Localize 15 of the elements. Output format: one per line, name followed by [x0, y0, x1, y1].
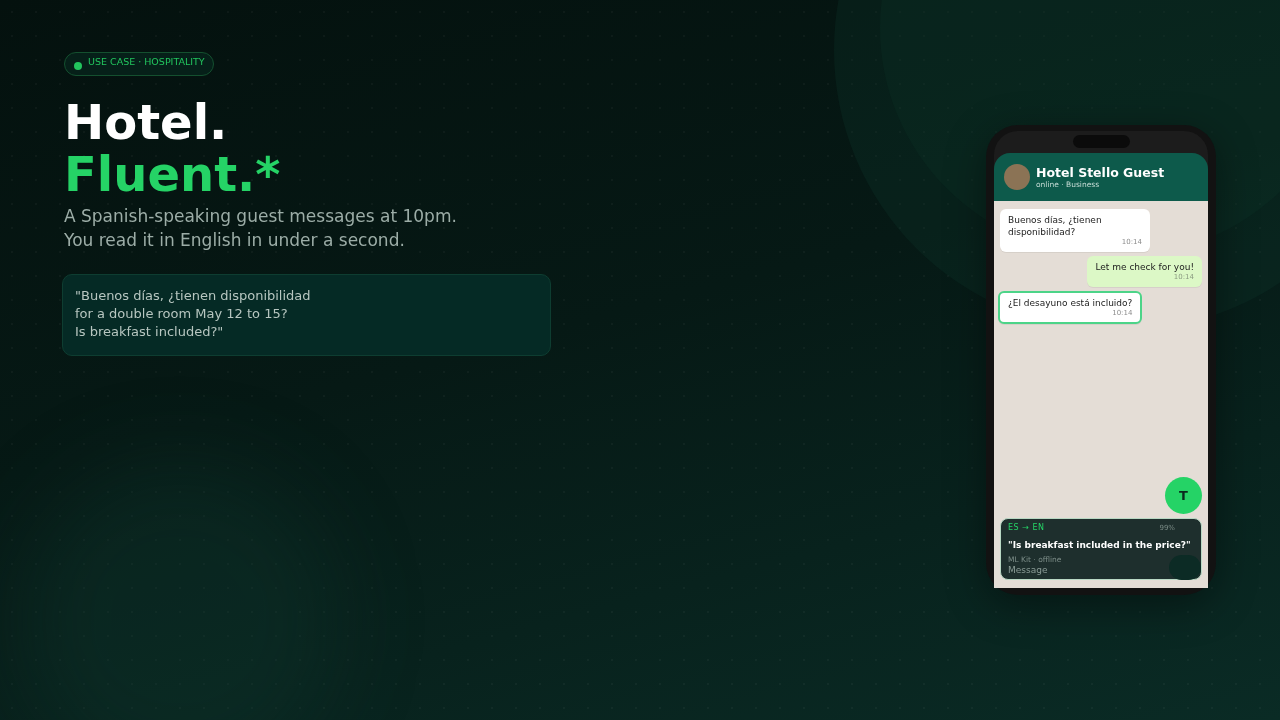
category-label: USE CASE · HOSPITALITY — [88, 56, 205, 68]
message-text: ¿El desayuno está incluido? — [1008, 297, 1133, 309]
contact-name: Hotel Stello Guest — [1036, 165, 1165, 180]
message-text: Buenos días, ¿tienen disponibilidad? — [1008, 214, 1103, 238]
message-text: Let me check for you! — [1095, 261, 1194, 273]
message-input[interactable]: Message — [1008, 564, 1098, 576]
language-pair: ES → EN — [1008, 523, 1045, 533]
headline-text: Hotel. — [64, 96, 228, 148]
subtitle-text: A Spanish-speaking guest messages at 10pm. You read it in English in under a second. — [64, 205, 457, 252]
quote-text: "Buenos días, ¿tienen disponibilidad for a double room May 12 to 15? Is breakfast included?" — [75, 287, 311, 341]
translated-text: "Is breakfast included in the price?" — [1008, 539, 1191, 551]
avatar-icon — [1004, 164, 1030, 190]
send-button[interactable] — [1169, 555, 1201, 580]
translate-fab[interactable]: T — [1165, 477, 1202, 514]
headline-text: Fluent.* — [64, 148, 281, 200]
